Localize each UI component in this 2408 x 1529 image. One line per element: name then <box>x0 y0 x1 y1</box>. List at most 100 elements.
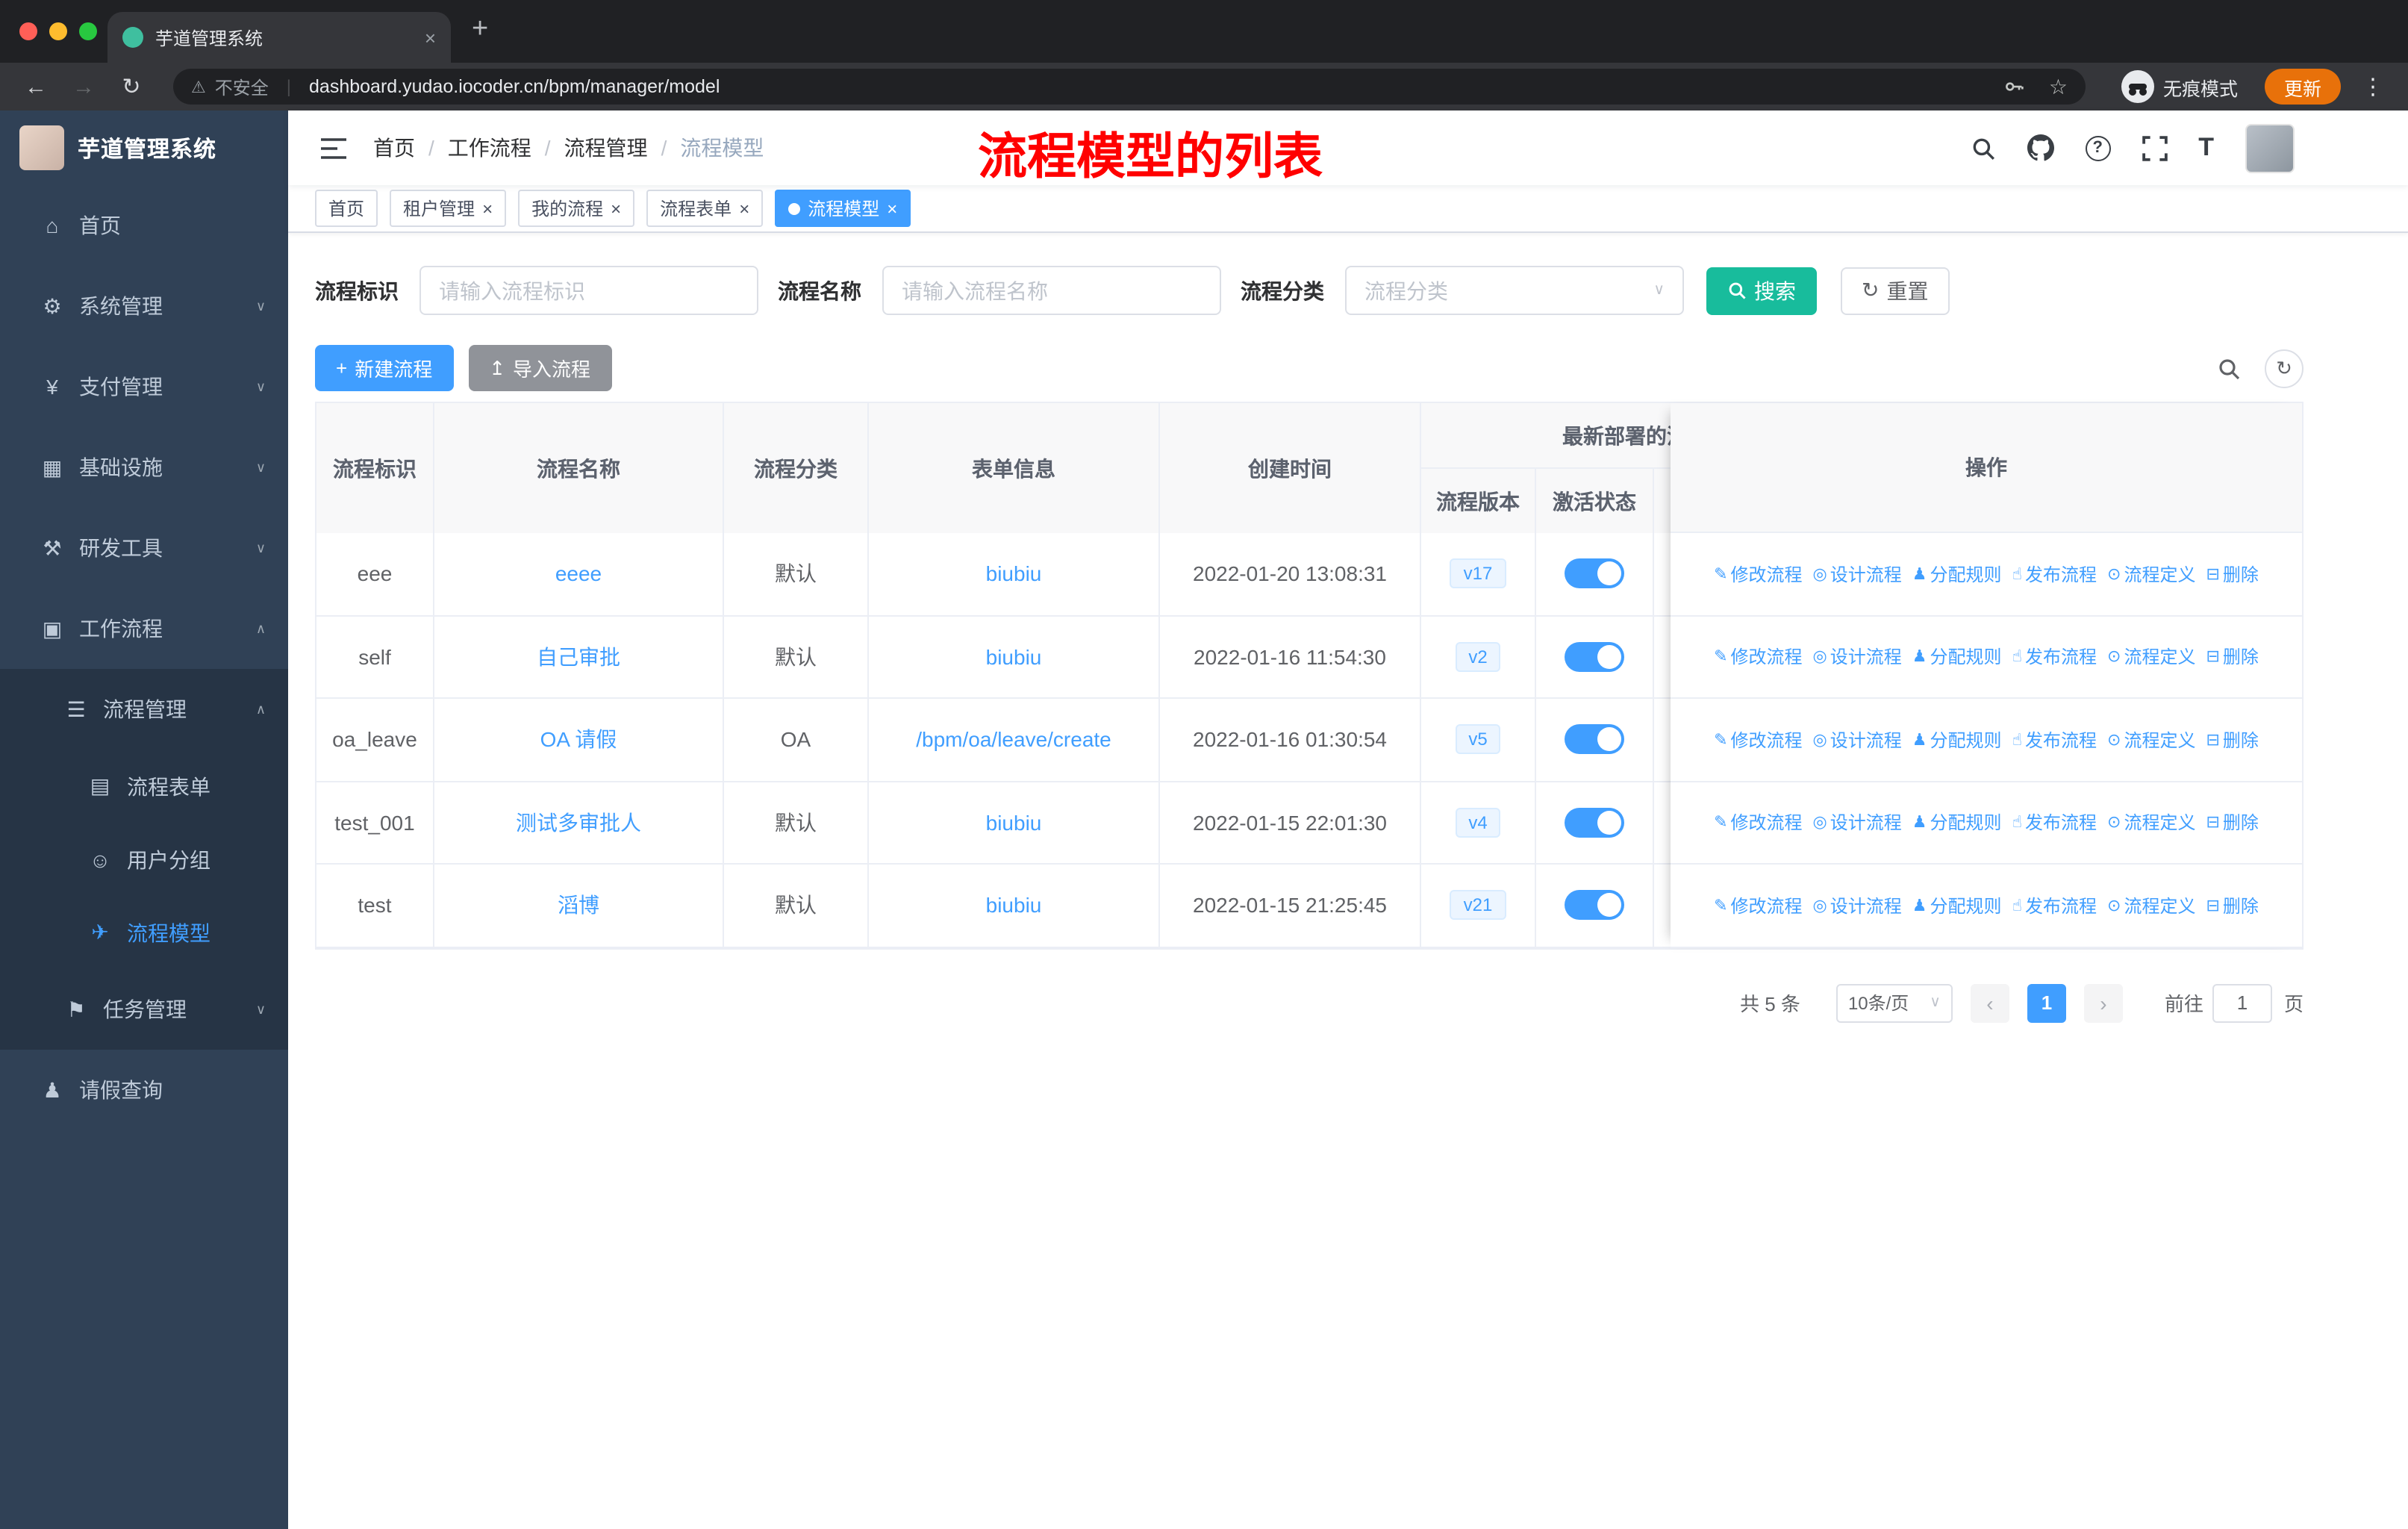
process-name-link[interactable]: 测试多审批人 <box>516 808 641 838</box>
sidebar-item-process-management[interactable]: ☰ 流程管理 ∧ <box>0 669 288 750</box>
sidebar-item-task-management[interactable]: ⚑ 任务管理 ∨ <box>0 969 288 1050</box>
action-assign-rule[interactable]: ♟ 分配规则 <box>1912 727 2002 753</box>
browser-tab[interactable]: 芋道管理系统 × <box>107 12 451 63</box>
tag-home[interactable]: 首页 <box>315 190 378 227</box>
import-process-button[interactable]: ↥ 导入流程 <box>468 345 612 391</box>
active-toggle[interactable] <box>1565 807 1624 838</box>
form-info-link[interactable]: /bpm/oa/leave/create <box>916 728 1111 752</box>
process-name-link[interactable]: 自己审批 <box>537 642 620 672</box>
action-process-definition[interactable]: ⊙ 流程定义 <box>2107 893 2195 918</box>
process-name-input[interactable] <box>882 266 1221 315</box>
sidebar-item-devtools[interactable]: ⚒ 研发工具 ∨ <box>0 508 288 588</box>
forward-button[interactable]: → <box>63 74 105 99</box>
sidebar-item-payment[interactable]: ¥ 支付管理 ∨ <box>0 346 288 427</box>
action-design-process[interactable]: ◎ 设计流程 <box>1813 727 1902 753</box>
action-edit-process[interactable]: ✎ 修改流程 <box>1714 810 1802 835</box>
next-page-button[interactable]: › <box>2083 983 2123 1022</box>
page-size-select[interactable]: 10条/页 ∨ <box>1835 983 1953 1022</box>
action-design-process[interactable]: ◎ 设计流程 <box>1813 810 1902 835</box>
close-icon[interactable]: × <box>739 199 749 217</box>
active-toggle[interactable] <box>1565 724 1624 755</box>
version-badge[interactable]: v4 <box>1455 807 1501 838</box>
action-publish-process[interactable]: ☝ 发布流程 <box>2012 644 2097 670</box>
action-assign-rule[interactable]: ♟ 分配规则 <box>1912 561 2002 587</box>
sidebar-item-home[interactable]: ⌂ 首页 <box>0 185 288 266</box>
new-tab-button[interactable]: + <box>472 13 488 46</box>
zoom-window-button[interactable] <box>79 22 97 40</box>
address-bar[interactable]: ⚠ 不安全 | dashboard.yudao.iocoder.cn/bpm/m… <box>173 69 2086 105</box>
font-size-icon[interactable]: T <box>2198 133 2214 163</box>
help-icon[interactable]: ? <box>2085 135 2111 161</box>
refresh-table-button[interactable]: ↻ <box>2265 349 2303 387</box>
bookmark-star-icon[interactable]: ☆ <box>2049 74 2068 99</box>
active-toggle[interactable] <box>1565 641 1624 672</box>
sidebar-item-workflow[interactable]: ▣ 工作流程 ∧ <box>0 588 288 669</box>
action-design-process[interactable]: ◎ 设计流程 <box>1813 893 1902 918</box>
action-delete[interactable]: ⊟ 删除 <box>2206 727 2258 753</box>
github-icon[interactable] <box>2027 134 2054 161</box>
tag-process-form[interactable]: 流程表单 × <box>646 190 764 227</box>
breadcrumb-item[interactable]: 首页 <box>373 133 415 163</box>
close-window-button[interactable] <box>19 22 37 40</box>
action-publish-process[interactable]: ☝ 发布流程 <box>2012 893 2097 918</box>
action-edit-process[interactable]: ✎ 修改流程 <box>1714 727 1802 753</box>
action-publish-process[interactable]: ☝ 发布流程 <box>2012 561 2097 587</box>
close-icon[interactable]: × <box>482 199 493 217</box>
action-process-definition[interactable]: ⊙ 流程定义 <box>2107 561 2195 587</box>
reset-button[interactable]: ↻ 重置 <box>1841 267 1950 314</box>
tab-close-icon[interactable]: × <box>425 26 436 49</box>
action-publish-process[interactable]: ☝ 发布流程 <box>2012 727 2097 753</box>
process-name-link[interactable]: 滔博 <box>558 891 599 921</box>
user-avatar[interactable] <box>2245 123 2295 172</box>
process-name-link[interactable]: eeee <box>555 562 602 586</box>
browser-menu-icon[interactable]: ⋮ <box>2362 73 2384 100</box>
close-icon[interactable]: × <box>611 199 621 217</box>
action-process-definition[interactable]: ⊙ 流程定义 <box>2107 810 2195 835</box>
version-badge[interactable]: v21 <box>1450 890 1506 921</box>
tag-my-process[interactable]: 我的流程 × <box>518 190 635 227</box>
sidebar-item-infrastructure[interactable]: ▦ 基础设施 ∨ <box>0 427 288 508</box>
action-process-definition[interactable]: ⊙ 流程定义 <box>2107 727 2195 753</box>
back-button[interactable]: ← <box>15 74 57 99</box>
sidebar-item-user-group[interactable]: ☺ 用户分组 <box>0 823 288 896</box>
action-design-process[interactable]: ◎ 设计流程 <box>1813 644 1902 670</box>
action-edit-process[interactable]: ✎ 修改流程 <box>1714 561 1802 587</box>
breadcrumb-item[interactable]: 流程模型 <box>680 133 764 163</box>
search-icon[interactable] <box>1970 135 1995 161</box>
prev-page-button[interactable]: ‹ <box>1970 983 2009 1022</box>
page-number-button[interactable]: 1 <box>2027 983 2066 1022</box>
action-assign-rule[interactable]: ♟ 分配规则 <box>1912 810 2002 835</box>
search-button[interactable]: 搜索 <box>1706 267 1817 314</box>
action-publish-process[interactable]: ☝ 发布流程 <box>2012 810 2097 835</box>
minimize-window-button[interactable] <box>49 22 67 40</box>
tag-tenant-management[interactable]: 租户管理 × <box>390 190 507 227</box>
action-assign-rule[interactable]: ♟ 分配规则 <box>1912 644 2002 670</box>
active-toggle[interactable] <box>1565 890 1624 921</box>
action-assign-rule[interactable]: ♟ 分配规则 <box>1912 893 2002 918</box>
form-info-link[interactable]: biubiu <box>986 894 1042 918</box>
form-info-link[interactable]: biubiu <box>986 811 1042 835</box>
sidebar-item-system[interactable]: ⚙ 系统管理 ∨ <box>0 266 288 346</box>
process-name-link[interactable]: OA 请假 <box>540 725 617 755</box>
goto-page-input[interactable] <box>2212 983 2272 1022</box>
key-icon[interactable] <box>2004 76 2025 97</box>
breadcrumb-item[interactable]: 工作流程 <box>448 133 531 163</box>
create-process-button[interactable]: + 新建流程 <box>315 345 454 391</box>
action-delete[interactable]: ⊟ 删除 <box>2206 810 2258 835</box>
action-design-process[interactable]: ◎ 设计流程 <box>1813 561 1902 587</box>
close-icon[interactable]: × <box>887 199 897 217</box>
fullscreen-icon[interactable] <box>2142 135 2168 161</box>
sidebar-logo[interactable]: 芋道管理系统 <box>0 110 288 185</box>
action-delete[interactable]: ⊟ 删除 <box>2206 644 2258 670</box>
version-badge[interactable]: v5 <box>1455 724 1501 755</box>
form-info-link[interactable]: biubiu <box>986 562 1042 586</box>
sidebar-item-leave-query[interactable]: ♟ 请假查询 <box>0 1050 288 1130</box>
category-select[interactable]: 流程分类 ∨ <box>1345 266 1684 315</box>
action-delete[interactable]: ⊟ 删除 <box>2206 893 2258 918</box>
sidebar-item-process-model[interactable]: ✈ 流程模型 <box>0 896 288 969</box>
action-edit-process[interactable]: ✎ 修改流程 <box>1714 893 1802 918</box>
active-toggle[interactable] <box>1565 558 1624 589</box>
reload-button[interactable]: ↻ <box>110 73 152 100</box>
tag-process-model[interactable]: 流程模型 × <box>775 190 911 227</box>
toggle-search-icon[interactable] <box>2217 356 2241 380</box>
